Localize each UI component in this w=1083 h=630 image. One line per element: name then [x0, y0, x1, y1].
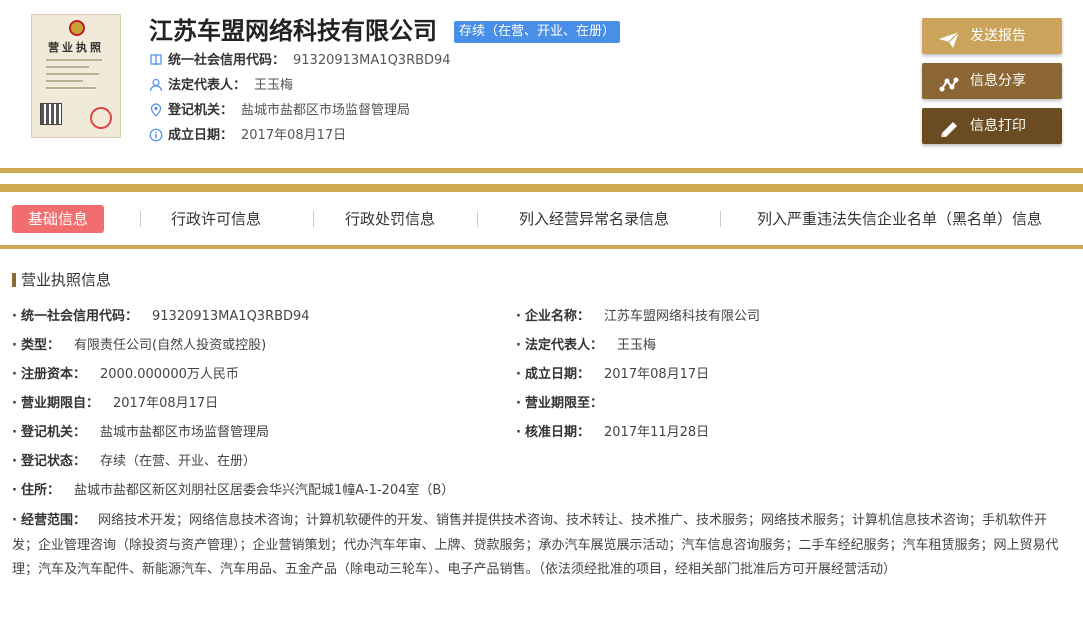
share-info-label: 信息分享	[970, 73, 1026, 89]
field-term-from: · 营业期限自： 2017年08月17日	[12, 396, 219, 411]
field-value: 江苏车盟网络科技有限公司	[604, 309, 761, 324]
field-label: 统一社会信用代码：	[21, 309, 139, 324]
share-info-button[interactable]: 信息分享	[922, 63, 1062, 99]
header-value: 盐城市盐都区市场监督管理局	[241, 103, 411, 118]
send-report-label: 发送报告	[970, 28, 1026, 44]
field-value: 2017年08月17日	[604, 367, 710, 382]
field-label: 企业名称：	[525, 309, 591, 324]
tab-abnormal-operation[interactable]: 列入经营异常名录信息	[519, 205, 669, 233]
header-label: 法定代表人：	[168, 78, 247, 93]
field-value: 盐城市盐都区新区刘朋社区居委会华兴汽配城1幢A-1-204室（B）	[74, 483, 455, 498]
field-label: 注册资本：	[21, 367, 87, 382]
field-value: 2000.000000万人民币	[100, 367, 239, 382]
business-license-image[interactable]: 营业执照	[31, 14, 121, 138]
field-label: 经营范围：	[21, 513, 87, 528]
location-pin-icon	[149, 102, 163, 117]
field-label: 法定代表人：	[525, 338, 604, 353]
user-icon	[149, 78, 163, 92]
field-company-name: · 企业名称： 江苏车盟网络科技有限公司	[516, 309, 761, 324]
field-label: 住所：	[21, 483, 61, 498]
official-seal-icon	[90, 107, 112, 129]
tab-separator	[477, 211, 478, 227]
header-label: 统一社会信用代码：	[168, 53, 286, 68]
header-divider	[0, 184, 1083, 192]
tab-basic-info[interactable]: 基础信息	[12, 205, 105, 233]
header-value: 91320913MA1Q3RBD94	[293, 53, 451, 68]
field-value: 2017年08月17日	[113, 396, 219, 411]
field-value: 2017年11月28日	[604, 425, 710, 440]
national-emblem-icon	[69, 20, 85, 36]
field-label: 营业期限至：	[525, 396, 604, 411]
tab-admin-penalty[interactable]: 行政处罚信息	[345, 205, 435, 233]
send-report-button[interactable]: 发送报告	[922, 18, 1062, 54]
company-header: 营业执照 江苏车盟网络科技有限公司 存续（在营、开业、在册） 统一社会信用代码：…	[0, 0, 1083, 168]
company-name: 江苏车盟网络科技有限公司	[149, 17, 437, 45]
field-term-to: · 营业期限至：	[516, 396, 604, 411]
tab-separator	[313, 211, 314, 227]
header-divider	[0, 168, 1083, 173]
field-registration-authority: · 登记机关： 盐城市盐都区市场监督管理局	[12, 425, 270, 440]
tab-separator	[720, 211, 721, 227]
header-label: 登记机关：	[168, 103, 234, 118]
tabs-underline	[0, 245, 1083, 249]
header-value: 2017年08月17日	[241, 128, 347, 143]
paper-plane-icon	[938, 27, 960, 48]
section-title: 营业执照信息	[12, 270, 111, 290]
tab-blacklist[interactable]: 列入严重违法失信企业名单（黑名单）信息	[757, 205, 1042, 233]
info-icon	[149, 128, 163, 142]
tab-admin-license[interactable]: 行政许可信息	[171, 205, 261, 233]
field-label: 类型：	[21, 338, 61, 353]
header-row-legal-rep: 法定代表人： 王玉梅	[149, 76, 293, 96]
license-text-lines	[46, 59, 108, 94]
field-type: · 类型： 有限责任公司(自然人投资或控股)	[12, 338, 267, 353]
header-label: 成立日期：	[168, 128, 234, 143]
header-value: 王玉梅	[254, 78, 294, 93]
field-value: 91320913MA1Q3RBD94	[152, 309, 310, 324]
header-row-established: 成立日期： 2017年08月17日	[149, 126, 346, 146]
print-info-button[interactable]: 信息打印	[922, 108, 1062, 144]
header-row-authority: 登记机关： 盐城市盐都区市场监督管理局	[149, 101, 410, 121]
header-row-credit-code: 统一社会信用代码： 91320913MA1Q3RBD94	[149, 51, 451, 71]
book-icon	[149, 53, 163, 67]
qr-code-icon	[40, 103, 62, 125]
field-label: 登记状态：	[21, 454, 87, 469]
print-info-label: 信息打印	[970, 118, 1026, 134]
field-registered-capital: · 注册资本： 2000.000000万人民币	[12, 367, 239, 382]
tab-separator	[140, 211, 141, 227]
field-registration-status: · 登记状态： 存续（在营、开业、在册）	[12, 454, 257, 469]
field-approval-date: · 核准日期： 2017年11月28日	[516, 425, 710, 440]
field-value: 盐城市盐都区市场监督管理局	[100, 425, 270, 440]
license-title: 营业执照	[48, 41, 104, 54]
field-value: 王玉梅	[617, 338, 657, 353]
status-badge: 存续（在营、开业、在册）	[454, 21, 621, 43]
field-label: 成立日期：	[525, 367, 591, 382]
field-label: 登记机关：	[21, 425, 87, 440]
info-tabs: 基础信息 行政许可信息 行政处罚信息 列入经营异常名录信息 列入严重违法失信企业…	[0, 200, 1083, 238]
field-credit-code: · 统一社会信用代码： 91320913MA1Q3RBD94	[12, 309, 310, 324]
field-value: 有限责任公司(自然人投资或控股)	[74, 338, 267, 353]
field-value: 存续（在营、开业、在册）	[100, 454, 257, 469]
share-icon	[938, 72, 960, 92]
field-established-date: · 成立日期： 2017年08月17日	[516, 367, 710, 382]
field-label: 营业期限自：	[21, 396, 100, 411]
pencil-icon	[938, 117, 960, 137]
field-address: · 住所： 盐城市盐都区新区刘朋社区居委会华兴汽配城1幢A-1-204室（B）	[12, 483, 455, 498]
field-business-scope: · 经营范围： 网络技术开发；网络信息技术咨询；计算机软硬件的开发、销售并提供技术咨…	[12, 513, 1059, 577]
field-value: 网络技术开发；网络信息技术咨询；计算机软硬件的开发、销售并提供技术咨询、技术转让…	[12, 513, 1059, 577]
field-label: 核准日期：	[525, 425, 591, 440]
field-legal-representative: · 法定代表人： 王玉梅	[516, 338, 657, 353]
